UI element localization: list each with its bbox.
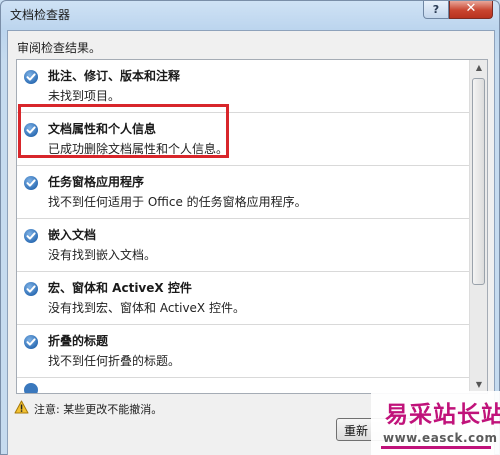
document-inspector-dialog: 文档检查器 ? ✕ 审阅检查结果。 批注、修订、版本和注释 未找到项目。 文档属… <box>0 0 500 455</box>
item-title: 批注、修订、版本和注释 <box>48 69 181 83</box>
watermark-bar <box>381 446 491 449</box>
list-item: 嵌入文档 没有找到嵌入文档。 <box>17 219 469 272</box>
check-circle-icon <box>24 282 38 296</box>
item-description: 找不到任何适用于 Office 的任务窗格应用程序。 <box>48 195 307 209</box>
results-header: 审阅检查结果。 <box>17 41 102 55</box>
check-circle-icon <box>24 70 38 84</box>
item-title: 嵌入文档 <box>48 228 97 242</box>
check-circle-icon <box>24 229 38 243</box>
list-item: 文档属性和个人信息 已成功删除文档属性和个人信息。 <box>17 113 469 166</box>
item-title: 宏、窗体和 ActiveX 控件 <box>48 281 192 295</box>
scroll-up-icon[interactable]: ▲ <box>470 60 487 76</box>
scroll-thumb[interactable] <box>472 78 485 285</box>
item-description: 已成功删除文档属性和个人信息。 <box>48 142 229 156</box>
check-circle-icon <box>24 383 38 393</box>
warning-icon <box>14 400 29 414</box>
check-circle-icon <box>24 176 38 190</box>
check-circle-icon <box>24 123 38 137</box>
window-title: 文档检查器 <box>10 8 71 22</box>
results-items: 批注、修订、版本和注释 未找到项目。 文档属性和个人信息 已成功删除文档属性和个… <box>17 60 469 378</box>
help-button[interactable]: ? <box>423 1 449 19</box>
item-description: 找不到任何折叠的标题。 <box>48 354 181 368</box>
list-item: 宏、窗体和 ActiveX 控件 没有找到宏、窗体和 ActiveX 控件。 <box>17 272 469 325</box>
item-title: 折叠的标题 <box>48 334 109 348</box>
item-description: 没有找到宏、窗体和 ActiveX 控件。 <box>48 301 245 315</box>
item-title: 文档属性和个人信息 <box>48 122 157 136</box>
warning-message: 注意: 某些更改不能撤消。 <box>34 403 163 416</box>
item-title: 任务窗格应用程序 <box>48 175 145 189</box>
list-item: 批注、修订、版本和注释 未找到项目。 <box>17 60 469 113</box>
close-button[interactable]: ✕ <box>449 1 493 19</box>
check-circle-icon <box>24 335 38 349</box>
item-description: 未找到项目。 <box>48 89 121 103</box>
results-list[interactable]: 批注、修订、版本和注释 未找到项目。 文档属性和个人信息 已成功删除文档属性和个… <box>16 59 488 394</box>
list-item: 任务窗格应用程序 找不到任何适用于 Office 的任务窗格应用程序。 <box>17 166 469 219</box>
vertical-scrollbar[interactable]: ▲ ▼ <box>469 60 487 393</box>
list-item: 折叠的标题 找不到任何折叠的标题。 <box>17 325 469 378</box>
item-description: 没有找到嵌入文档。 <box>48 248 157 262</box>
watermark: 易采站长站 www.easck.com <box>371 391 500 455</box>
watermark-text: 易采站长站 <box>385 401 500 428</box>
watermark-url: www.easck.com <box>383 431 498 445</box>
